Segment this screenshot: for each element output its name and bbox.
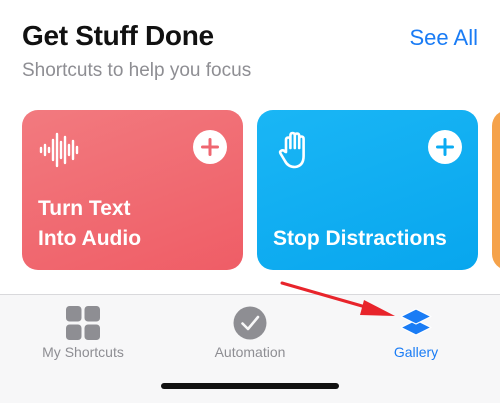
tab-gallery[interactable]: Gallery [333, 295, 499, 375]
tab-label: My Shortcuts [42, 344, 124, 360]
next-card-peek[interactable] [492, 110, 500, 270]
section-subtitle: Shortcuts to help you focus [22, 60, 252, 81]
hand-raised-icon [273, 128, 317, 172]
card-title: Stop Distractions [273, 224, 462, 254]
add-shortcut-button[interactable] [193, 130, 227, 164]
card-title: Turn Text Into Audio [38, 194, 227, 254]
clock-check-icon [232, 305, 268, 341]
plus-icon [436, 138, 454, 156]
shortcut-card-turn-text-into-audio[interactable]: Turn Text Into Audio [22, 110, 243, 270]
tab-label: Gallery [393, 344, 439, 360]
section-title: Get Stuff Done [22, 20, 214, 51]
layers-icon [398, 305, 434, 341]
grid-icon [65, 305, 101, 341]
tab-automation[interactable]: Automation [167, 295, 333, 375]
waveform-icon [38, 128, 82, 172]
home-indicator[interactable] [161, 383, 339, 389]
card-title-line: Stop Distractions [273, 227, 447, 250]
card-title-line: Turn Text [38, 197, 131, 220]
add-shortcut-button[interactable] [428, 130, 462, 164]
plus-icon [201, 138, 219, 156]
card-title-line: Into Audio [38, 227, 142, 250]
tab-label: Automation [214, 344, 286, 360]
see-all-link[interactable]: See All [410, 25, 479, 51]
tab-my-shortcuts[interactable]: My Shortcuts [0, 295, 166, 375]
shortcut-card-stop-distractions[interactable]: Stop Distractions [257, 110, 478, 270]
